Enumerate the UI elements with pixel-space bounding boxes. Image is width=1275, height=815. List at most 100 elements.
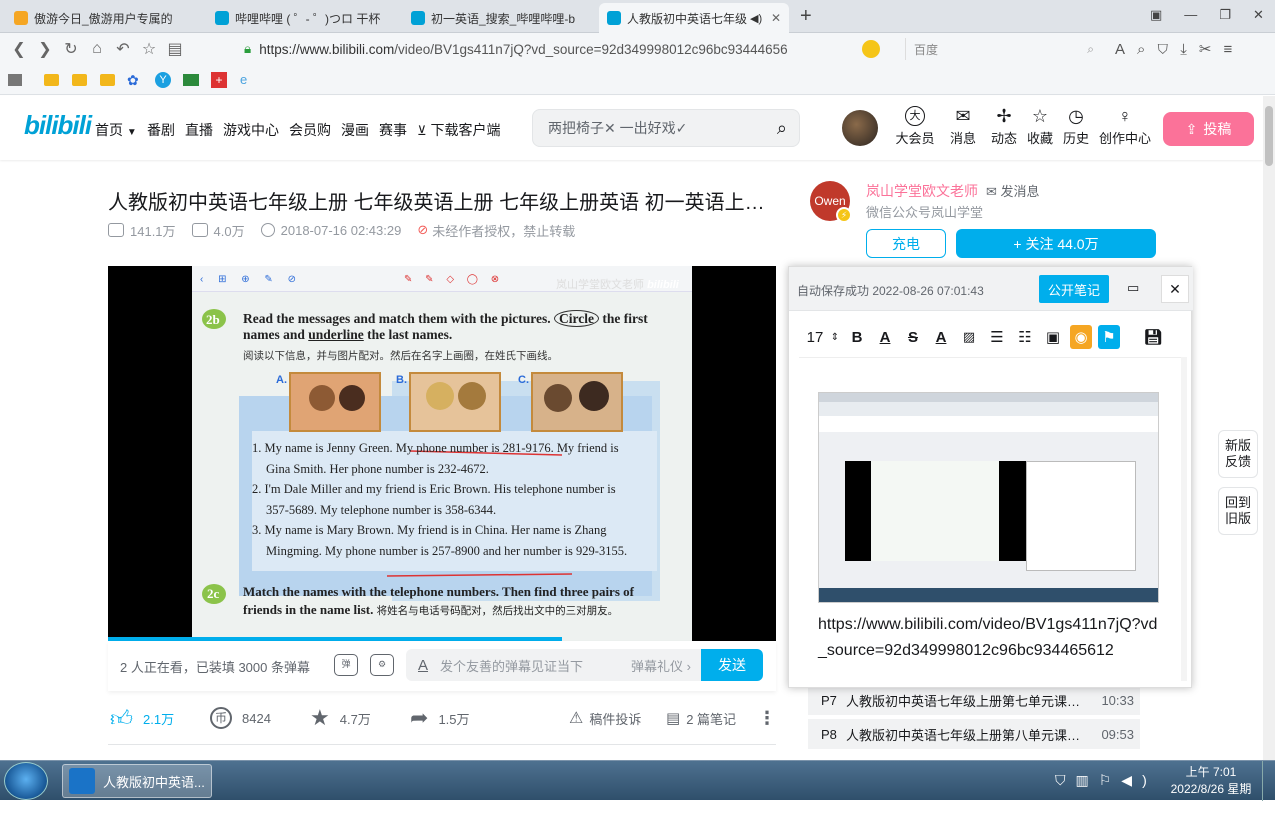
screenshot-icon[interactable]: ◉: [1070, 325, 1092, 349]
notes-editor[interactable]: https://www.bilibili.com/video/BV1gs411n…: [799, 357, 1183, 679]
more-menu-icon[interactable]: ⋮: [758, 700, 776, 736]
send-danmaku-button[interactable]: 发送: [701, 649, 763, 681]
timestamp-flag-icon[interactable]: ⚑: [1098, 325, 1120, 349]
highlight-icon[interactable]: ▨: [955, 325, 983, 349]
browser-tab-3[interactable]: 初一英语_搜索_哔哩哔哩-b: [403, 3, 593, 33]
close-window-icon[interactable]: ✕: [1253, 7, 1275, 22]
browser-toolbar-icons[interactable]: A⌕⛉⤓✂≡: [1115, 40, 1244, 58]
forward-icon[interactable]: ❯: [32, 36, 58, 62]
save-note-icon[interactable]: 💾︎: [1139, 325, 1167, 349]
bilibili-logo[interactable]: bilibili: [24, 110, 92, 141]
volume-icon[interactable]: ◀): [1121, 772, 1156, 788]
upload-button[interactable]: ⇪ 投稿: [1163, 112, 1254, 146]
share-button[interactable]: ➦ 1.5万: [410, 700, 470, 736]
coin-button[interactable]: 币 8424: [210, 700, 271, 736]
restore-icon[interactable]: ❐: [1219, 7, 1253, 22]
user-avatar[interactable]: [842, 110, 878, 146]
flag-icon[interactable]: [183, 74, 199, 86]
taskbar-clock[interactable]: 上午 7:01 2022/8/26 星期五: [1170, 764, 1252, 815]
danmaku-settings-icon[interactable]: ⚙: [370, 654, 394, 676]
header-vip[interactable]: 大大会员: [893, 106, 937, 147]
site-search-input[interactable]: 两把椅子✕ 一出好戏✓ ⌕: [532, 109, 800, 147]
undo-icon[interactable]: ↶: [110, 36, 136, 62]
like-button[interactable]: 👍︎ 2.1万: [110, 700, 174, 736]
feedback-button[interactable]: 新版 反馈: [1218, 430, 1258, 478]
nav-download-client[interactable]: ⊻ 下载客户端: [417, 120, 501, 140]
cut-icon[interactable]: ✂: [1199, 41, 1224, 58]
video-player[interactable]: ‹ ⊞ ⊕ ✎ ⊘ ✎ ✎ ◇ ◯ ⊗ 2b Read the messages…: [108, 266, 776, 641]
close-tab-icon[interactable]: ✕: [771, 11, 781, 25]
browser-tab-1[interactable]: 傲游今日_傲游用户专属的: [6, 3, 201, 33]
search-icon[interactable]: ⌕: [777, 118, 787, 139]
close-notes-icon[interactable]: ✕: [1161, 275, 1189, 303]
address-bar[interactable]: 🔒︎ https://www.bilibili.com/video/BV1gs4…: [244, 38, 904, 60]
search-icon[interactable]: ⌕: [1087, 42, 1094, 57]
flag-tray-icon[interactable]: ⚐: [1099, 772, 1122, 788]
reload-icon[interactable]: ↻: [58, 36, 84, 62]
notes-scrollbar[interactable]: [1181, 357, 1187, 681]
header-history[interactable]: ◷ 历史: [1054, 106, 1098, 147]
charge-button[interactable]: 充电: [866, 229, 946, 258]
danmaku-input[interactable]: A 发个友善的弹幕见证当下 弹幕礼仪 ›: [406, 649, 701, 681]
show-desktop-button[interactable]: [1262, 761, 1275, 801]
playlist-item-p8[interactable]: P8 人教版初中英语七年级上册第八单元课文… 09:53: [808, 719, 1140, 749]
bold-icon[interactable]: B: [843, 325, 871, 349]
menu-icon[interactable]: ≡: [1223, 41, 1244, 58]
follow-button[interactable]: + 关注 44.0万: [956, 229, 1156, 258]
font-color-icon[interactable]: A: [927, 325, 955, 349]
folder-icon[interactable]: [44, 74, 59, 86]
back-icon[interactable]: ❮: [6, 36, 32, 62]
baidu-icon[interactable]: ✿: [127, 72, 139, 89]
ordered-list-icon[interactable]: ☰: [983, 325, 1011, 349]
header-message[interactable]: ✉ 消息: [941, 106, 985, 147]
old-version-button[interactable]: 回到 旧版: [1218, 487, 1258, 535]
header-creator-center[interactable]: ♀ 创作中心: [1097, 106, 1153, 147]
favorite-button[interactable]: ★ 4.7万: [310, 700, 371, 736]
folder-icon[interactable]: [100, 74, 115, 86]
danmaku-toggle-icon[interactable]: 弹: [334, 654, 358, 676]
image-icon[interactable]: ▣: [1039, 325, 1067, 349]
download-icon[interactable]: ⤓: [1180, 41, 1199, 58]
extension-icon[interactable]: [862, 40, 880, 58]
nav-home[interactable]: 首页 ▼: [95, 120, 137, 140]
shield-icon[interactable]: ⛉: [1157, 41, 1180, 58]
taskbar-app-button[interactable]: 人教版初中英语...: [62, 764, 212, 798]
ie-icon[interactable]: e: [240, 72, 247, 87]
start-button[interactable]: [4, 762, 48, 800]
page-scrollbar-thumb[interactable]: [1265, 106, 1273, 166]
font-size-stepper-icon[interactable]: ⇕: [827, 325, 843, 349]
nav-esports[interactable]: 赛事: [379, 120, 407, 140]
publish-note-button[interactable]: 公开笔记: [1039, 275, 1109, 303]
strikethrough-icon[interactable]: S: [899, 325, 927, 349]
font-style-icon[interactable]: A: [418, 657, 428, 674]
danmaku-etiquette-link[interactable]: 弹幕礼仪 ›: [631, 656, 691, 675]
nav-live[interactable]: 直播: [185, 120, 213, 140]
folder-open-icon[interactable]: ▭: [1127, 280, 1139, 296]
bullet-list-icon[interactable]: ☷: [1011, 325, 1039, 349]
search-tool-icon[interactable]: ⌕: [1137, 41, 1157, 58]
bookmark-toggle-icon[interactable]: [8, 74, 22, 86]
nav-manga[interactable]: 漫画: [341, 120, 369, 140]
shield-tray-icon[interactable]: ⛉: [1055, 772, 1076, 788]
nav-shop[interactable]: 会员购: [289, 120, 331, 140]
favorite-icon[interactable]: ☆: [136, 36, 162, 62]
plus-bookmark-icon[interactable]: +: [211, 72, 227, 88]
playlist-item-p7[interactable]: P7 人教版初中英语七年级上册第七单元课文… 10:33: [808, 685, 1140, 715]
yahoo-icon[interactable]: Y: [155, 72, 171, 88]
translate-icon[interactable]: A: [1115, 41, 1137, 58]
browser-tab-4-active[interactable]: 人教版初中英语七年级 ◀) ✕: [599, 3, 789, 33]
page-scrollbar[interactable]: [1263, 96, 1275, 760]
window-controls[interactable]: ▣—❐✕: [1150, 7, 1275, 23]
send-message-link[interactable]: ✉ 发消息: [986, 184, 1040, 199]
font-size-select[interactable]: 17: [803, 325, 827, 349]
nav-anime[interactable]: 番剧: [147, 120, 175, 140]
home-icon[interactable]: ⌂: [84, 36, 110, 62]
minimize-icon[interactable]: —: [1184, 7, 1219, 22]
reader-icon[interactable]: ▤: [162, 36, 188, 62]
folder-icon[interactable]: [72, 74, 87, 86]
text-color-icon[interactable]: A: [871, 325, 899, 349]
nav-game-center[interactable]: 游戏中心: [223, 120, 279, 140]
audio-icon[interactable]: ◀): [750, 12, 762, 25]
browser-tab-2[interactable]: 哔哩哔哩 ( ゜- ゜)つロ 干杯: [207, 3, 397, 33]
up-name[interactable]: 岚山学堂欧文老师: [866, 183, 978, 199]
